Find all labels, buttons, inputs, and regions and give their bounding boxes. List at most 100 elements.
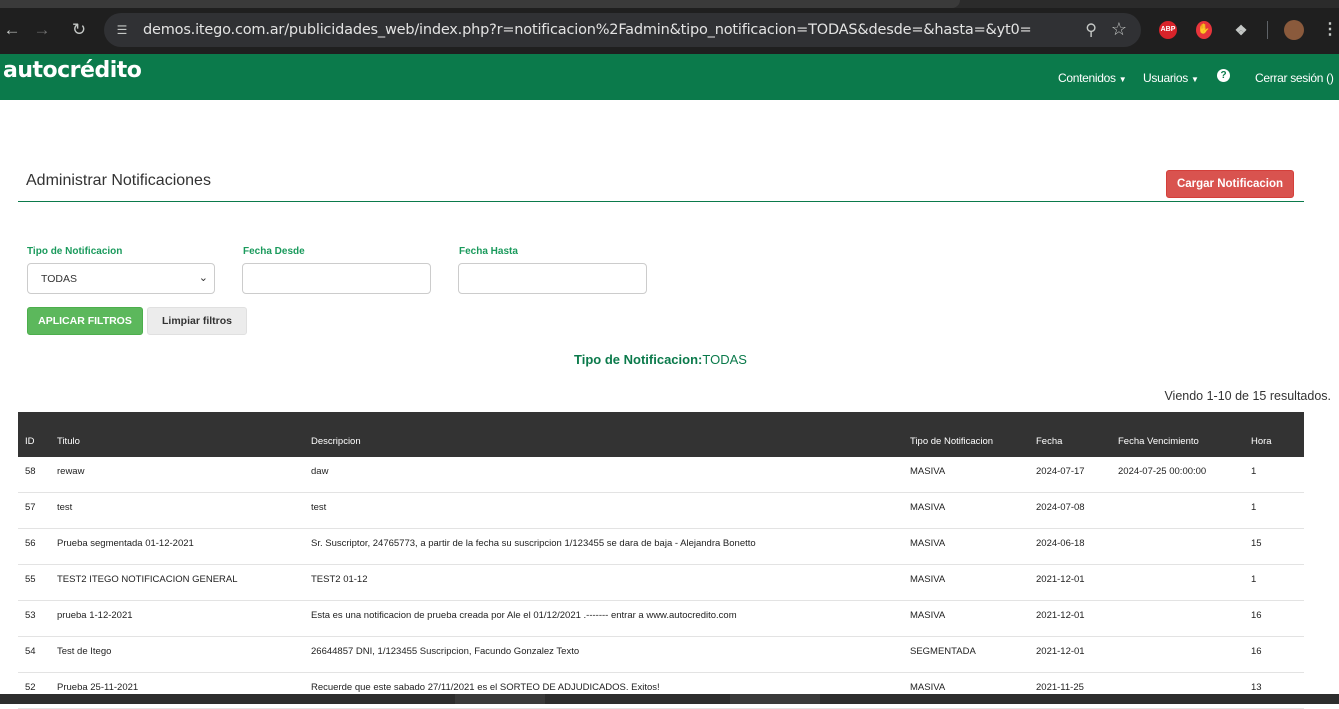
cell-descripcion: daw [311,466,329,477]
table-row[interactable]: 58 rewaw daw MASIVA 2024-07-17 2024-07-25 00:… [18,457,1304,493]
column-header-fecha-vencimiento[interactable]: Fecha Vencimiento [1118,436,1199,447]
cell-id: 55 [25,574,36,585]
tipo-notificacion-select[interactable]: TODAS ⌄ [27,263,215,294]
url-host: demos.itego.com.ar [143,22,285,38]
tipo-notificacion-value: TODAS [41,273,77,285]
cell-fecha: 2024-07-08 [1036,502,1085,513]
active-filter-status: Tipo de Notificacion:TODAS [0,352,1321,367]
cell-descripcion: Recuerde que este sabado 27/11/2021 es e… [311,682,660,693]
cell-descripcion: Esta es una notificacion de prueba cread… [311,610,737,621]
results-summary: Viendo 1-10 de 15 resultados. [1164,389,1331,403]
nav-menu-label: Usuarios [1143,71,1188,85]
caret-down-icon: ▼ [1190,75,1199,84]
cell-tipo: MASIVA [910,502,946,513]
fecha-hasta-label: Fecha Hasta [459,246,518,257]
address-bar[interactable]: ☰ demos.itego.com.ar/publicidades_web/in… [104,13,1141,47]
url-path: /publicidades_web/index.php?r=notificaci… [284,22,1032,38]
table-row[interactable]: 54 Test de Itego 26644857 DNI, 1/123455 Su… [18,637,1304,673]
adblock-extension-icon[interactable]: ABP [1159,21,1177,39]
cell-fecha: 2021-11-25 [1036,682,1084,693]
cell-tipo: MASIVA [910,466,946,477]
chevron-down-icon: ⌄ [198,272,208,284]
table-row[interactable]: 56 Prueba segmentada 01-12-2021 Sr. Suscri… [18,529,1304,565]
filter-status-prefix: Tipo de Notificacion: [574,352,703,367]
table-row[interactable]: 57 test test MASIVA 2024-07-08 1 [18,493,1304,529]
extensions-puzzle-icon[interactable]: ❖ [1232,21,1250,39]
cell-titulo: test [57,502,73,513]
table-header: ID Titulo Descripcion Tipo de Notificaci… [18,412,1304,457]
cell-fecha-vencimiento: 2024-07-25 00:00:00 [1118,466,1207,477]
cell-titulo: rewaw [57,466,85,477]
cell-fecha: 2021-12-01 [1036,610,1085,621]
back-icon[interactable]: ← [0,18,24,42]
tab-strip [0,0,1339,8]
bookmark-star-icon[interactable]: ☆ [1111,19,1127,40]
column-header-tipo[interactable]: Tipo de Notificacion [910,436,993,447]
cell-id: 56 [25,538,36,549]
cell-titulo: Prueba 25-11-2021 [57,682,139,693]
cell-tipo: MASIVA [910,574,946,585]
cell-fecha: 2021-12-01 [1036,574,1085,585]
help-icon[interactable]: ? [1217,69,1230,82]
profile-avatar[interactable] [1284,20,1304,40]
filter-status-value: TODAS [702,352,747,367]
cell-titulo: prueba 1-12-2021 [57,610,133,621]
taskbar-app[interactable] [455,694,545,704]
cell-titulo: Prueba segmentada 01-12-2021 [57,538,194,549]
logout-link[interactable]: Cerrar sesión () [1255,71,1334,85]
url-text[interactable]: demos.itego.com.ar/publicidades_web/inde… [143,22,1032,38]
cell-descripcion: 26644857 DNI, 1/123455 Suscripcion, Facu… [311,646,580,657]
cell-titulo: Test de Itego [57,646,112,657]
column-header-hora[interactable]: Hora [1251,436,1272,447]
cargar-notificacion-button[interactable]: Cargar Notificacion [1166,170,1294,198]
zoom-icon[interactable]: ⚲ [1085,20,1097,40]
brand-logo[interactable]: autocrédito [3,58,142,83]
cell-descripcion: Sr. Suscriptor, 24765773, a partir de la… [311,538,756,549]
table-row[interactable]: 53 prueba 1-12-2021 Esta es una notificaci… [18,601,1304,637]
cell-descripcion: TEST2 01-12 [311,574,368,585]
browser-menu-icon[interactable]: ⋮ [1322,21,1338,39]
cell-id: 58 [25,466,36,477]
cell-hora: 15 [1251,538,1262,549]
site-info-icon[interactable]: ☰ [114,22,130,38]
cell-id: 53 [25,610,36,621]
cell-hora: 16 [1251,646,1262,657]
active-tab[interactable] [0,0,960,8]
tipo-notificacion-label: Tipo de Notificacion [27,246,123,257]
app-navbar: autocrédito Contenidos ▼ Usuarios ▼ ? Cerr… [0,54,1339,100]
cell-id: 54 [25,646,36,657]
fecha-hasta-input[interactable] [458,263,647,294]
aplicar-filtros-button[interactable]: APLICAR FILTROS [27,307,143,335]
notificaciones-table: ID Titulo Descripcion Tipo de Notificaci… [18,412,1304,709]
column-header-titulo[interactable]: Titulo [57,436,80,447]
cell-tipo: SEGMENTADA [910,646,976,657]
nav-menu-contenidos[interactable]: Contenidos ▼ [1058,71,1127,85]
cell-tipo: MASIVA [910,682,946,693]
reload-icon[interactable]: ↻ [67,18,91,42]
column-header-descripcion[interactable]: Descripcion [311,436,361,447]
table-body: 58 rewaw daw MASIVA 2024-07-17 2024-07-25 00:… [18,457,1304,709]
cell-descripcion: test [311,502,327,513]
column-header-id[interactable]: ID [25,436,35,447]
table-row[interactable]: 55 TEST2 ITEGO NOTIFICACION GENERAL TEST2 … [18,565,1304,601]
cell-hora: 1 [1251,502,1257,513]
cell-fecha: 2024-06-18 [1036,538,1085,549]
cell-tipo: MASIVA [910,538,946,549]
nav-menu-usuarios[interactable]: Usuarios ▼ [1143,71,1199,85]
cell-id: 52 [25,682,36,693]
limpiar-filtros-button[interactable]: Limpiar filtros [147,307,247,335]
browser-chrome: ← → ↻ ☰ demos.itego.com.ar/publicidades_… [0,0,1339,54]
cell-fecha: 2024-07-17 [1036,466,1085,477]
cell-id: 57 [25,502,36,513]
fecha-desde-input[interactable] [242,263,431,294]
column-header-fecha[interactable]: Fecha [1036,436,1062,447]
os-taskbar [0,694,1339,704]
extension-hand-icon[interactable]: ✋ [1196,21,1212,39]
cell-fecha: 2021-12-01 [1036,646,1085,657]
forward-icon[interactable]: → [30,18,54,42]
cell-hora: 1 [1251,574,1257,585]
cell-titulo: TEST2 ITEGO NOTIFICACION GENERAL [57,574,238,585]
caret-down-icon: ▼ [1118,75,1127,84]
taskbar-app[interactable] [730,694,820,704]
cell-tipo: MASIVA [910,610,946,621]
